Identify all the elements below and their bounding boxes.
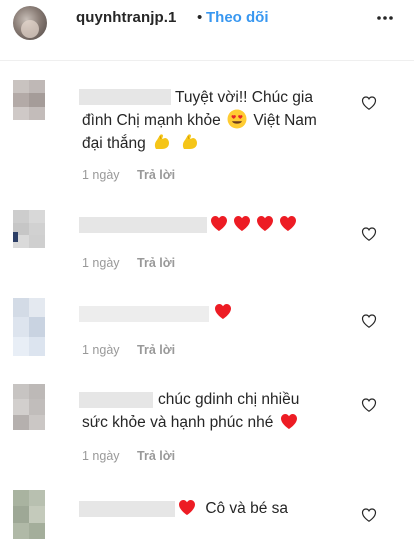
more-options-icon[interactable] bbox=[375, 8, 395, 28]
avatar-edge bbox=[13, 232, 18, 242]
comment-meta: 1 ngày Trả lời bbox=[82, 343, 175, 357]
commenter-name-redacted bbox=[79, 306, 209, 322]
commenter-avatar[interactable] bbox=[13, 210, 45, 248]
red-heart-icon bbox=[280, 414, 297, 429]
heart-eyes-emoji-icon bbox=[227, 109, 247, 129]
flexed-biceps-emoji-icon bbox=[183, 134, 198, 149]
username-link[interactable]: quynhtranjp.1 bbox=[76, 9, 176, 26]
red-heart-icon bbox=[280, 216, 296, 231]
heart-outline-icon[interactable] bbox=[361, 226, 377, 242]
comment-time: 1 ngày bbox=[82, 168, 120, 182]
separator-dot: • bbox=[197, 9, 203, 26]
comment-text: Cô và bé sa bbox=[178, 497, 288, 520]
commenter-name-redacted bbox=[79, 392, 153, 408]
flexed-biceps-emoji-icon bbox=[155, 134, 170, 149]
reply-button[interactable]: Trả lời bbox=[137, 343, 175, 357]
header-divider bbox=[0, 60, 414, 61]
red-heart-icon bbox=[211, 216, 227, 231]
commenter-name-redacted bbox=[79, 501, 175, 517]
comment-text: Tuyệt vời!! Chúc gia bbox=[175, 89, 313, 106]
commenter-avatar[interactable] bbox=[13, 80, 45, 120]
commenter-avatar[interactable] bbox=[13, 384, 45, 430]
comment-time: 1 ngày bbox=[82, 343, 120, 357]
profile-avatar[interactable] bbox=[13, 6, 47, 40]
comment-meta: 1 ngày Trả lời bbox=[82, 168, 175, 182]
heart-outline-icon[interactable] bbox=[361, 313, 377, 329]
red-heart-icon bbox=[215, 304, 231, 319]
heart-outline-icon[interactable] bbox=[361, 507, 377, 523]
post-header: quynhtranjp.1 • Theo dõi bbox=[0, 0, 414, 44]
comment-time: 1 ngày bbox=[82, 256, 120, 270]
reply-button[interactable]: Trả lời bbox=[137, 168, 175, 182]
comment-hearts bbox=[214, 301, 237, 324]
comment-text: đại thắng bbox=[82, 132, 202, 155]
follow-button[interactable]: Theo dõi bbox=[206, 9, 269, 26]
red-heart-icon bbox=[257, 216, 273, 231]
commenter-name-redacted bbox=[79, 217, 207, 233]
reply-button[interactable]: Trả lời bbox=[137, 256, 175, 270]
commenter-avatar[interactable] bbox=[13, 298, 45, 356]
comment-text: chúc gdinh chị nhiều bbox=[158, 391, 300, 408]
commenter-avatar[interactable] bbox=[13, 490, 45, 539]
commenter-name-redacted bbox=[79, 89, 171, 105]
red-heart-icon bbox=[179, 500, 195, 515]
comment-hearts bbox=[210, 213, 302, 236]
red-heart-icon bbox=[234, 216, 250, 231]
reply-button[interactable]: Trả lời bbox=[137, 449, 175, 463]
comment-time: 1 ngày bbox=[82, 449, 120, 463]
heart-outline-icon[interactable] bbox=[361, 397, 377, 413]
heart-outline-icon[interactable] bbox=[361, 95, 377, 111]
comment-text: đình Chị mạnh khỏe Việt Nam bbox=[82, 109, 317, 132]
comment-meta: 1 ngày Trả lời bbox=[82, 449, 175, 463]
comment-text: sức khỏe và hạnh phúc nhé bbox=[82, 411, 303, 434]
comment-meta: 1 ngày Trả lời bbox=[82, 256, 175, 270]
